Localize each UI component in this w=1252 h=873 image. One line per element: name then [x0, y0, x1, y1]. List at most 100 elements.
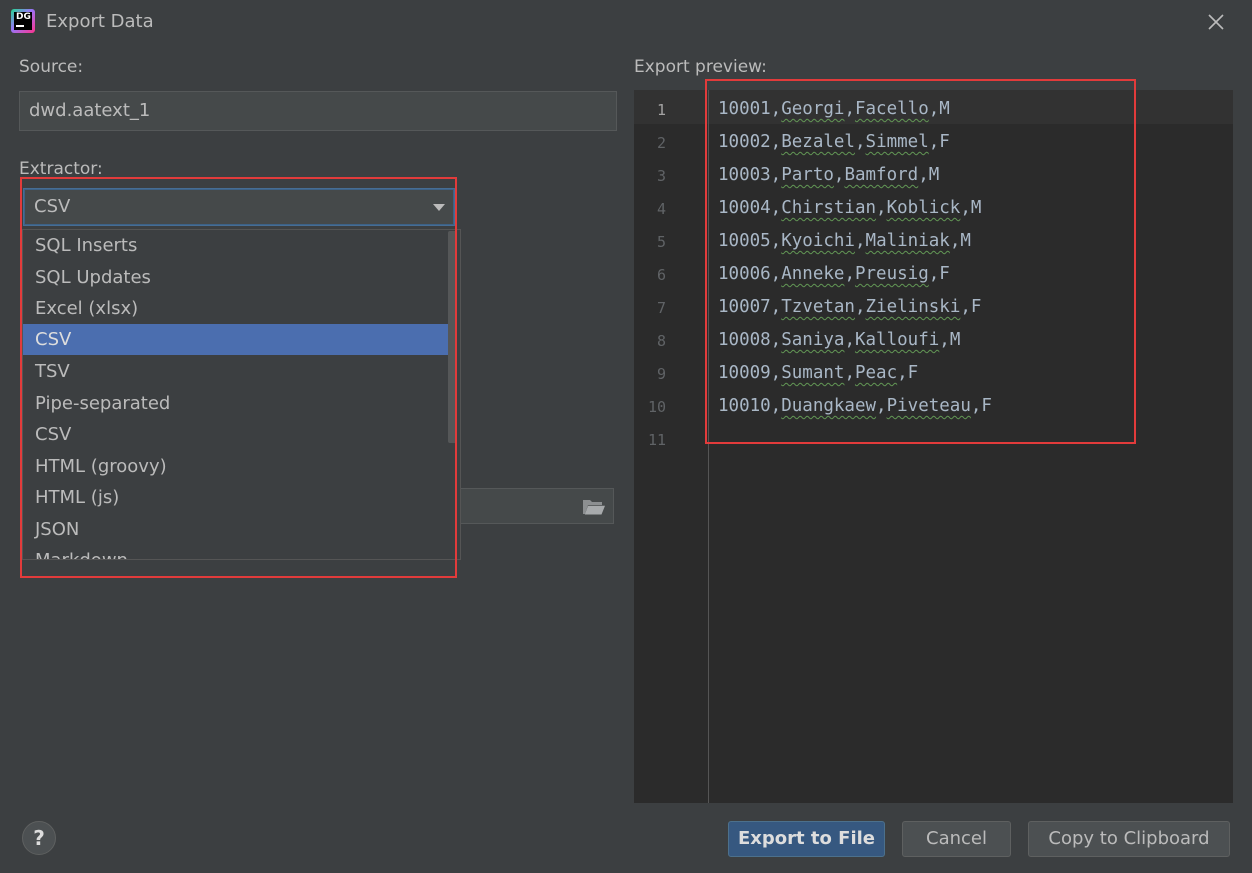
app-logo-text: DG [14, 12, 32, 30]
extractor-option[interactable]: TSV [23, 356, 453, 387]
code-token: , [833, 165, 845, 185]
code-token: 10009, [718, 363, 782, 383]
extractor-option[interactable]: SQL Inserts [23, 230, 453, 261]
copy-to-clipboard-button[interactable]: Copy to Clipboard [1028, 821, 1230, 857]
code-token: Zielinski [865, 297, 961, 317]
line-number: 6 [656, 266, 666, 284]
datagrip-logo-icon: DG [11, 9, 35, 33]
code-token: , [844, 330, 855, 350]
code-token: , [854, 132, 866, 152]
code-token: Parto [781, 165, 834, 185]
line-number: 4 [656, 200, 666, 218]
folder-open-icon[interactable] [582, 497, 606, 517]
extractor-option[interactable]: HTML (js) [23, 482, 453, 513]
title-bar: DG Export Data [0, 0, 1252, 44]
extractor-option[interactable]: SQL Updates [23, 262, 453, 293]
line-number: 5 [656, 233, 666, 251]
dropdown-scrollbar[interactable] [448, 231, 457, 443]
code-token: ,M [949, 231, 971, 251]
code-token: Bamford [844, 165, 919, 185]
code-token: 10010, [718, 396, 782, 416]
extractor-selected-value: CSV [34, 196, 71, 217]
code-token: Kyoichi [781, 231, 855, 251]
code-token: , [844, 363, 855, 383]
code-token: ,M [928, 99, 950, 119]
code-token: Preusig [854, 264, 929, 284]
code-token: Anneke [781, 264, 845, 284]
code-token: Saniya [781, 330, 845, 350]
code-token: Facello [854, 99, 929, 119]
code-token: ,M [939, 330, 961, 350]
extractor-option[interactable]: Markdown [23, 545, 453, 559]
preview-code-line: 10001,Georgi,Facello,M [718, 99, 950, 119]
line-number: 1 [656, 101, 666, 119]
preview-code-line: 10006,Anneke,Preusig,F [718, 264, 950, 284]
code-token: ,M [960, 198, 982, 218]
preview-code-line: 10007,Tzvetan,Zielinski,F [718, 297, 981, 317]
help-button[interactable]: ? [22, 821, 56, 855]
code-token: , [844, 264, 855, 284]
code-token: Simmel [865, 132, 929, 152]
preview-code-line: 10005,Kyoichi,Maliniak,M [718, 231, 971, 251]
line-number: 3 [656, 167, 666, 185]
preview-code-line: 10008,Saniya,Kalloufi,M [718, 330, 960, 350]
code-token: 10005, [718, 231, 782, 251]
cancel-button[interactable]: Cancel [902, 821, 1011, 857]
extractor-dropdown-list: SQL Inserts SQL Updates Excel (xlsx) CSV… [22, 229, 461, 560]
code-token: Duangkaew [781, 396, 877, 416]
code-token: ,F [970, 396, 992, 416]
export-preview-editor[interactable]: 1 10001,Georgi,Facello,M 2 10002,Bezalel,Si… [634, 90, 1233, 803]
code-token: 10006, [718, 264, 782, 284]
preview-code-line: 10004,Chirstian,Koblick,M [718, 198, 981, 218]
preview-code-line: 10003,Parto,Bamford,M [718, 165, 939, 185]
code-token: , [876, 198, 887, 218]
code-token: 10001, [718, 99, 782, 119]
code-token: , [844, 99, 855, 119]
chevron-down-icon[interactable] [433, 204, 445, 211]
code-token: 10003, [718, 165, 782, 185]
code-token: ,F [928, 132, 950, 152]
code-token: ,F [928, 264, 950, 284]
code-token: Koblick [886, 198, 961, 218]
extractor-label: Extractor: [19, 159, 103, 179]
code-token: Georgi [781, 99, 845, 119]
code-token: Kalloufi [854, 330, 940, 350]
code-token: 10002, [718, 132, 782, 152]
close-icon[interactable] [1204, 10, 1228, 34]
line-number: 10 [647, 398, 666, 416]
extractor-combobox[interactable]: CSV [24, 189, 454, 225]
line-number: 8 [656, 332, 666, 350]
extractor-option[interactable]: CSV [23, 419, 453, 450]
code-token: Bezalel [781, 132, 855, 152]
preview-code-line: 10010,Duangkaew,Piveteau,F [718, 396, 992, 416]
gutter-divider [708, 124, 709, 803]
extractor-option-selected[interactable]: CSV [23, 324, 453, 355]
export-to-file-button[interactable]: Export to File [728, 821, 885, 857]
extractor-option[interactable]: Excel (xlsx) [23, 293, 453, 324]
code-token: Chirstian [781, 198, 877, 218]
extractor-option[interactable]: Pipe-separated [23, 388, 453, 419]
window-title: Export Data [46, 11, 154, 32]
preview-label: Export preview: [634, 57, 767, 77]
code-token: Maliniak [865, 231, 950, 251]
preview-code-line: 10009,Sumant,Peac,F [718, 363, 918, 383]
code-token: Peac [854, 363, 898, 383]
code-token: , [854, 231, 866, 251]
code-token: Sumant [781, 363, 845, 383]
code-token: Tzvetan [781, 297, 855, 317]
code-token: 10007, [718, 297, 782, 317]
line-number: 2 [656, 134, 666, 152]
code-token: 10008, [718, 330, 782, 350]
line-number: 9 [656, 365, 666, 383]
code-token: , [854, 297, 866, 317]
line-number: 11 [647, 431, 666, 449]
code-token: ,M [918, 165, 940, 185]
source-field[interactable]: dwd.aatext_1 [19, 91, 617, 131]
extractor-option[interactable]: JSON [23, 514, 453, 545]
extractor-option[interactable]: HTML (groovy) [23, 451, 453, 482]
gutter-divider [708, 90, 709, 124]
code-token: ,F [960, 297, 982, 317]
line-number: 7 [656, 299, 666, 317]
preview-code-line: 10002,Bezalel,Simmel,F [718, 132, 950, 152]
source-label: Source: [19, 57, 84, 77]
